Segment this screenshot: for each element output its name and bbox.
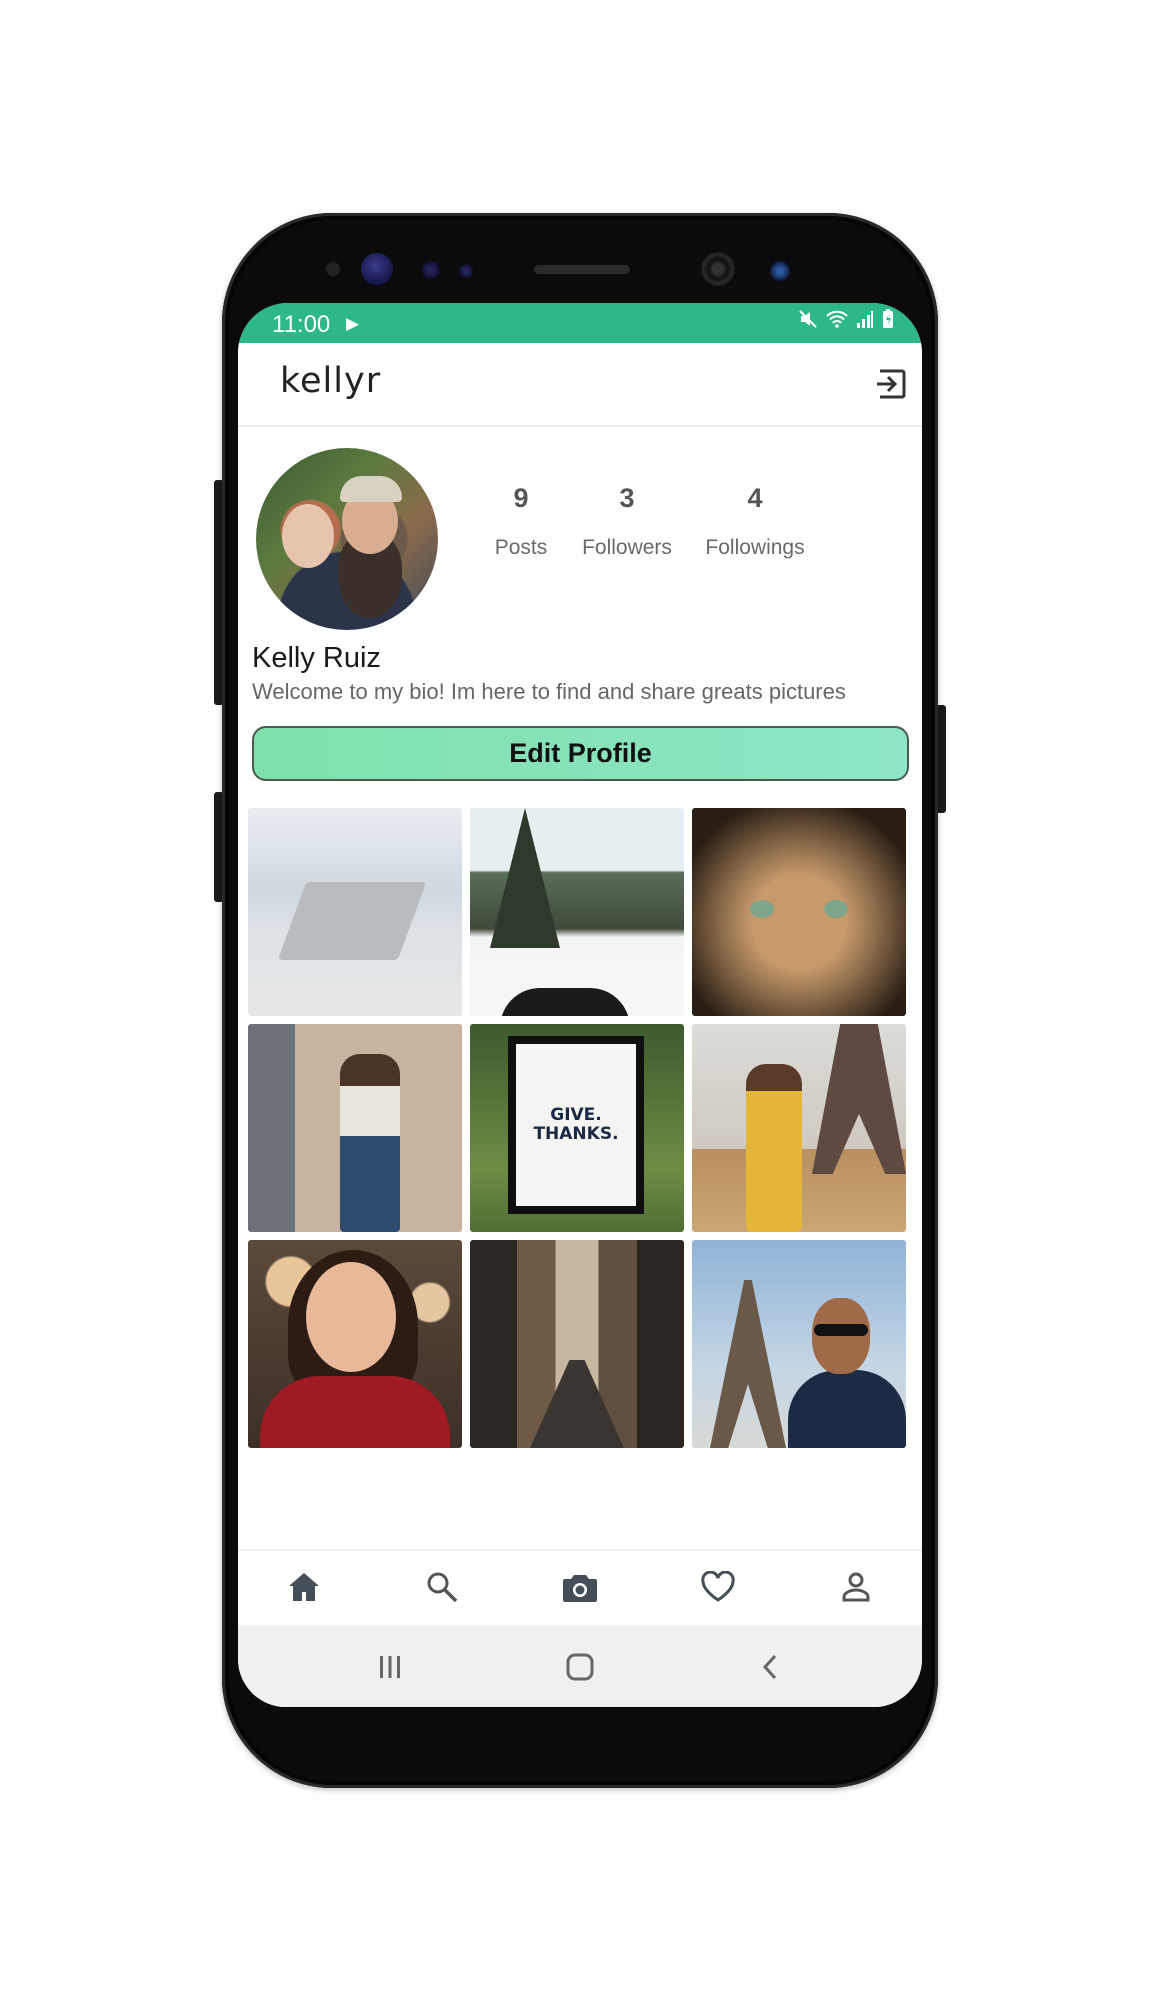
status-icons	[798, 309, 894, 329]
light-sensor	[422, 261, 440, 279]
recents-icon[interactable]	[370, 1649, 410, 1685]
front-camera	[701, 252, 735, 286]
home-icon[interactable]	[284, 1567, 324, 1607]
avatar[interactable]	[256, 448, 438, 630]
proximity-sensor	[326, 262, 340, 276]
stat-posts[interactable]: 9 Posts	[490, 483, 552, 560]
stat-posts-label: Posts	[494, 536, 548, 559]
post-man-eiffel-selfie[interactable]	[692, 1240, 906, 1448]
back-icon[interactable]	[750, 1649, 790, 1685]
mute-icon	[798, 309, 818, 329]
post-city-street[interactable]	[470, 1240, 684, 1448]
stat-followers[interactable]: 3 Followers	[572, 483, 682, 560]
screen: 11:00 ▶ kellyr 9 Posts 3 Followers 4 Fol…	[238, 303, 922, 1707]
system-navigation-bar	[238, 1625, 922, 1707]
post-woman-eiffel[interactable]	[692, 1024, 906, 1232]
post-deer-snow[interactable]	[470, 808, 684, 1016]
wifi-icon	[826, 309, 848, 329]
stat-followings[interactable]: 4 Followings	[690, 483, 820, 560]
avatar-cap	[340, 476, 402, 502]
profile-bio: Welcome to my bio! Im here to find and s…	[252, 679, 846, 704]
edit-profile-button[interactable]: Edit Profile	[252, 726, 909, 781]
search-icon[interactable]	[422, 1567, 462, 1607]
post-cat[interactable]	[692, 808, 906, 1016]
light-sensor-2	[459, 264, 473, 278]
post-woman-smiling[interactable]	[248, 1240, 462, 1448]
home-button-icon[interactable]	[560, 1649, 600, 1685]
stat-posts-count: 9	[513, 483, 529, 513]
camera-icon[interactable]	[560, 1567, 600, 1607]
stat-followings-label: Followings	[705, 536, 805, 559]
status-bar: 11:00 ▶	[238, 303, 922, 343]
status-time: 11:00	[272, 311, 331, 338]
stat-followings-count: 4	[747, 483, 763, 513]
profile-name: Kelly Ruiz	[252, 642, 381, 674]
stat-followers-label: Followers	[582, 536, 672, 559]
post-give-thanks-sign[interactable]: GIVE. THANKS.	[470, 1024, 684, 1232]
avatar-person-1	[282, 504, 334, 568]
bottom-navigation	[238, 1549, 922, 1625]
post-woman-running-train[interactable]	[248, 1024, 462, 1232]
profile-stats: 9 Posts 3 Followers 4 Followings	[490, 483, 820, 583]
profile-icon[interactable]	[836, 1567, 876, 1607]
app-title: kellyr	[280, 361, 382, 401]
stat-followers-count: 3	[619, 483, 635, 513]
earpiece-speaker	[534, 265, 630, 274]
app-bar: kellyr	[238, 343, 922, 427]
post-laptop-bed[interactable]	[248, 808, 462, 1016]
posts-grid: GIVE. THANKS.	[248, 808, 912, 1448]
heart-icon[interactable]	[698, 1567, 738, 1607]
iris-camera	[770, 261, 790, 281]
iris-sensor	[361, 253, 393, 285]
signal-icon	[856, 310, 874, 328]
logout-icon[interactable]	[874, 367, 908, 401]
play-store-notification-icon: ▶	[346, 314, 360, 333]
battery-icon	[882, 309, 894, 329]
poster-text: GIVE. THANKS.	[516, 1044, 636, 1206]
